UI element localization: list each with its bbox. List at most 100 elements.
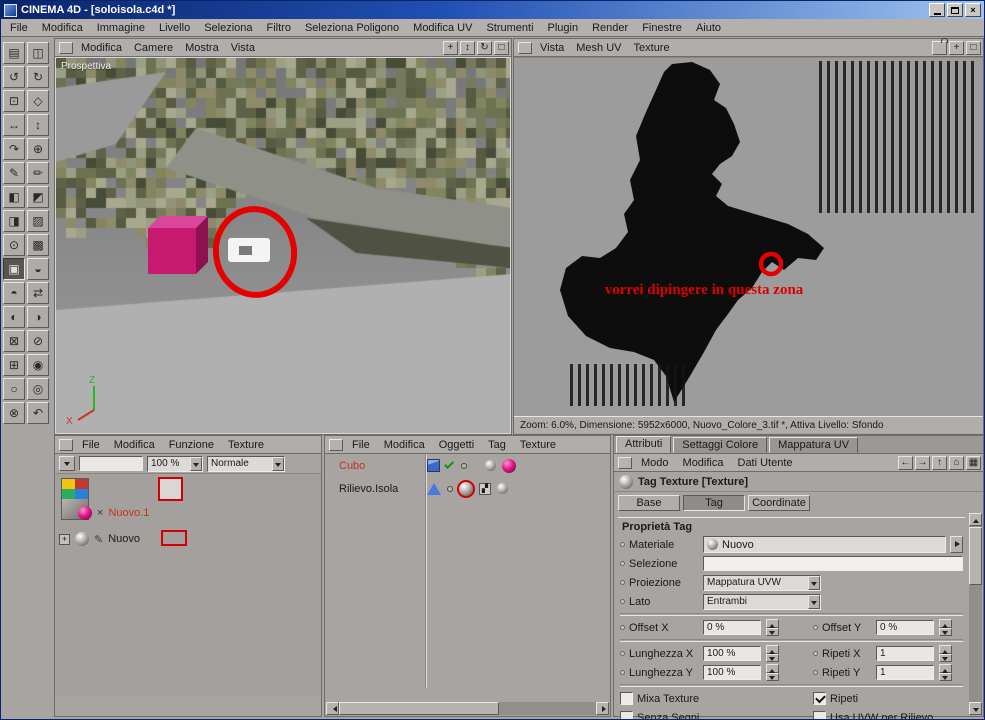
maximize-button[interactable] bbox=[947, 3, 963, 17]
mat-menu-texture[interactable]: Texture bbox=[221, 437, 271, 453]
arrow-right-icon[interactable] bbox=[950, 536, 963, 553]
vpl-menu-vista[interactable]: Vista bbox=[225, 40, 261, 56]
delete-layer-icon[interactable]: × bbox=[97, 507, 103, 519]
redo-tool-button[interactable]: ↻ bbox=[27, 66, 49, 88]
camera-tool-button[interactable]: ◎ bbox=[27, 378, 49, 400]
vpr-menu-texture[interactable]: Texture bbox=[628, 40, 676, 56]
light-tool-button[interactable]: ○ bbox=[3, 378, 25, 400]
lato-dropdown[interactable]: Entrambi bbox=[703, 593, 821, 610]
menu-modifica[interactable]: Modifica bbox=[35, 20, 90, 36]
object-name[interactable]: Cubo bbox=[339, 460, 421, 472]
active-channel-badge[interactable] bbox=[158, 477, 183, 501]
usa-uvw-checkbox[interactable] bbox=[813, 711, 826, 719]
object-row[interactable]: Rilievo.Isola ▞ bbox=[325, 477, 610, 500]
history-back-icon[interactable]: ← bbox=[898, 455, 913, 470]
panel-menu-icon[interactable] bbox=[618, 456, 632, 469]
reset-view-tool-button[interactable]: ↶ bbox=[27, 402, 49, 424]
rotate-icon[interactable]: ↻ bbox=[477, 40, 492, 55]
pan-icon[interactable]: + bbox=[443, 40, 458, 55]
menu-modifica-uv[interactable]: Modifica UV bbox=[406, 20, 479, 36]
keyframe-dot-icon[interactable] bbox=[813, 651, 818, 656]
view-layout-tool-button[interactable]: ▤ bbox=[3, 42, 25, 64]
maximize-view-icon[interactable]: □ bbox=[966, 40, 981, 55]
scale-tool-button[interactable]: ↕ bbox=[27, 114, 49, 136]
up-icon[interactable]: ↑ bbox=[932, 455, 947, 470]
obj-menu-tag[interactable]: Tag bbox=[481, 437, 513, 453]
layer-row[interactable]: × Nuovo.1 bbox=[59, 502, 317, 524]
lock-icon[interactable] bbox=[932, 40, 947, 55]
world-grid-tool-button[interactable]: ⊗ bbox=[3, 402, 25, 424]
history-forward-icon[interactable]: → bbox=[915, 455, 930, 470]
keyframe-dot-icon[interactable] bbox=[620, 670, 625, 675]
object-row[interactable]: Cubo bbox=[325, 454, 610, 477]
keyframe-dot-icon[interactable] bbox=[620, 599, 625, 604]
layer-name[interactable]: Nuovo bbox=[108, 533, 140, 545]
texture-tag-icon[interactable] bbox=[502, 458, 516, 473]
visibility-dot-icon[interactable] bbox=[447, 485, 453, 492]
dolly-icon[interactable]: ↕ bbox=[460, 40, 475, 55]
home-icon[interactable]: ⌂ bbox=[949, 455, 964, 470]
vpl-menu-mostra[interactable]: Mostra bbox=[179, 40, 225, 56]
keyframe-dot-icon[interactable] bbox=[620, 561, 625, 566]
rotate-tool-button[interactable]: ↷ bbox=[3, 138, 25, 160]
ripeti-x-field[interactable]: 1 bbox=[876, 646, 934, 661]
undo-tool-button[interactable]: ↺ bbox=[3, 66, 25, 88]
subtab-base[interactable]: Base bbox=[618, 495, 680, 511]
brush-size-input[interactable] bbox=[79, 456, 143, 471]
object-name[interactable]: Rilievo.Isola bbox=[339, 483, 421, 495]
selezione-input[interactable] bbox=[703, 556, 963, 571]
scrollbar-thumb[interactable] bbox=[969, 527, 982, 585]
ripeti-y-field[interactable]: 1 bbox=[876, 665, 934, 680]
pan-icon[interactable]: + bbox=[949, 40, 964, 55]
keyframe-dot-icon[interactable] bbox=[620, 651, 625, 656]
scroll-right-icon[interactable] bbox=[596, 702, 609, 715]
panel-menu-icon[interactable] bbox=[329, 438, 343, 451]
lunghezza-x-field[interactable]: 100 % bbox=[703, 646, 761, 661]
spinner[interactable] bbox=[766, 619, 779, 636]
visibility-dot-icon[interactable] bbox=[461, 462, 467, 469]
obj-menu-file[interactable]: File bbox=[345, 437, 377, 453]
viewport-menu-icon[interactable] bbox=[518, 41, 532, 54]
snap-tool-button[interactable]: ⊠ bbox=[3, 330, 25, 352]
keyframe-dot-icon[interactable] bbox=[813, 625, 818, 630]
menu-finestre[interactable]: Finestre bbox=[635, 20, 689, 36]
gradient-tool-button[interactable]: ▨ bbox=[27, 210, 49, 232]
smudge-tool-button[interactable]: ◒ bbox=[27, 258, 49, 280]
obj-menu-modifica[interactable]: Modifica bbox=[377, 437, 432, 453]
obj-menu-oggetti[interactable]: Oggetti bbox=[432, 437, 481, 453]
mask-tool-button[interactable]: ▩ bbox=[27, 234, 49, 256]
pencil-tool-button[interactable]: ✏ bbox=[27, 162, 49, 184]
background-color-tool-button[interactable]: ◑ bbox=[27, 306, 49, 328]
tab-mappatura-uv[interactable]: Mappatura UV bbox=[769, 437, 859, 453]
spinner[interactable] bbox=[939, 664, 952, 681]
brush-settings-icon[interactable] bbox=[59, 456, 75, 471]
enabled-check-icon[interactable] bbox=[444, 459, 455, 470]
panel-menu-icon[interactable] bbox=[59, 438, 73, 451]
uvw-tag-icon[interactable] bbox=[485, 460, 496, 471]
offset-y-field[interactable]: 0 % bbox=[876, 620, 934, 635]
spinner[interactable] bbox=[939, 619, 952, 636]
opacity-dropdown[interactable]: 100 % bbox=[147, 455, 203, 472]
close-button[interactable]: × bbox=[965, 3, 981, 17]
fill-bucket-tool-button[interactable]: ◨ bbox=[3, 210, 25, 232]
horizontal-scrollbar[interactable] bbox=[326, 702, 609, 715]
swap-colors-tool-button[interactable]: ⇄ bbox=[27, 282, 49, 304]
scroll-left-icon[interactable] bbox=[326, 702, 339, 715]
lunghezza-y-field[interactable]: 100 % bbox=[703, 665, 761, 680]
vpr-menu-mesh-uv[interactable]: Mesh UV bbox=[570, 40, 627, 56]
select-lasso-tool-button[interactable]: ◇ bbox=[27, 90, 49, 112]
mixa-texture-checkbox[interactable] bbox=[620, 692, 633, 705]
scroll-up-icon[interactable] bbox=[969, 513, 982, 526]
scrollbar-thumb[interactable] bbox=[339, 702, 499, 715]
attr-menu-modifica[interactable]: Modifica bbox=[676, 455, 731, 471]
layer-name[interactable]: Nuovo.1 bbox=[108, 507, 149, 519]
subtab-coordinate[interactable]: Coordinate bbox=[748, 495, 810, 511]
layer-row[interactable]: + ✎ Nuovo bbox=[59, 528, 317, 550]
menu-file[interactable]: File bbox=[3, 20, 35, 36]
foreground-color-tool-button[interactable]: ◐ bbox=[3, 306, 25, 328]
spinner[interactable] bbox=[939, 645, 952, 662]
paint-brush-tool-button[interactable]: ✎ bbox=[3, 162, 25, 184]
vertical-scrollbar[interactable] bbox=[969, 513, 982, 715]
menu-render[interactable]: Render bbox=[585, 20, 635, 36]
mat-menu-modifica[interactable]: Modifica bbox=[107, 437, 162, 453]
